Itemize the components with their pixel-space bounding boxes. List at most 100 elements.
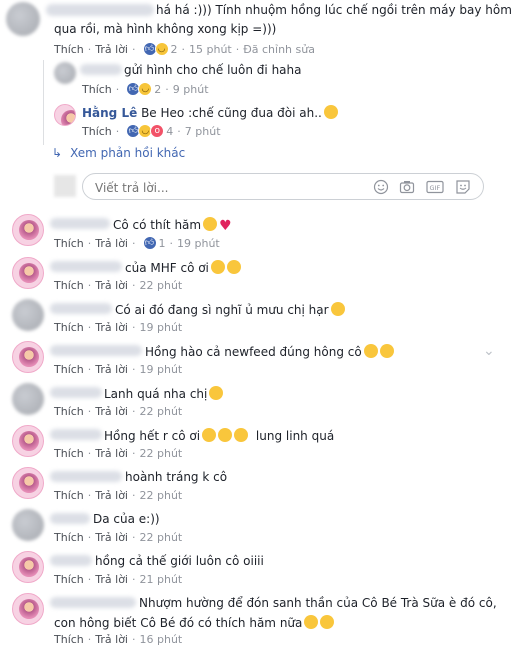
timestamp[interactable]: 16 phút <box>140 633 183 646</box>
reactions-summary[interactable]: 👍︎ 1 <box>142 236 166 250</box>
edited-label[interactable]: Đã chỉnh sửa <box>243 43 315 56</box>
blurred-name <box>50 555 92 566</box>
commenter-name[interactable]: Hằng Lê <box>82 106 137 120</box>
avatar[interactable] <box>12 299 44 331</box>
comment-meta: Thích · Trả lời · 21 phút <box>54 573 183 586</box>
haha-reaction-icon: ◡ <box>138 82 153 96</box>
like-link[interactable]: Thích <box>54 363 84 376</box>
timestamp[interactable]: 22 phút <box>140 447 183 460</box>
timestamp[interactable]: 19 phút <box>140 363 183 376</box>
reply-link[interactable]: Trả lời <box>95 237 128 250</box>
timestamp[interactable]: 22 phút <box>140 405 183 418</box>
like-link[interactable]: Thích <box>54 405 84 418</box>
comment-text: Nhượm hường để đón sanh thần của Cô Bé T… <box>139 596 497 610</box>
kiss-emoji-icon <box>304 615 319 629</box>
comment-meta: Thích · Trả lời · 22 phút <box>54 405 183 418</box>
reply-link[interactable]: Trả lời <box>95 43 128 56</box>
blurred-name <box>50 387 102 398</box>
reply-link[interactable]: Trả lời <box>95 447 128 460</box>
heart-emoji-icon: ♥ <box>219 218 232 234</box>
timestamp[interactable]: 9 phút <box>173 83 209 96</box>
kiss-emoji-icon <box>379 344 394 358</box>
emoji-icon[interactable] <box>373 179 389 195</box>
tears-of-joy-emoji-icon <box>209 386 224 400</box>
kiss-emoji-icon <box>320 615 335 629</box>
comment-meta: Thích · Trả lời · 19 phút <box>54 363 183 376</box>
like-link[interactable]: Thích <box>54 573 84 586</box>
blurred-name <box>50 345 142 356</box>
reply-link[interactable]: Trả lời <box>95 363 128 376</box>
avatar[interactable] <box>12 214 44 246</box>
svg-text:GIF: GIF <box>430 184 441 192</box>
reply-link[interactable]: Trả lời <box>95 489 128 502</box>
like-link[interactable]: Thích <box>54 279 84 292</box>
grimace-emoji-icon <box>323 105 338 119</box>
like-link[interactable]: Thích <box>82 83 112 96</box>
comment-meta: Thích · Trả lời · 22 phút <box>54 447 183 460</box>
blurred-name <box>50 513 90 524</box>
like-link[interactable]: Thích <box>54 447 84 460</box>
blurred-name <box>50 597 136 608</box>
like-link[interactable]: Thích <box>54 489 84 502</box>
camera-icon[interactable] <box>399 179 415 195</box>
avatar[interactable] <box>12 341 44 373</box>
comment-text: Có ai đó đang sì nghĩ ủ mưu chị hạr <box>115 302 345 317</box>
sticker-icon[interactable] <box>455 179 471 195</box>
reply-link[interactable]: Trả lời <box>95 321 128 334</box>
like-link[interactable]: Thích <box>54 633 84 646</box>
comment-text: Da của e:)) <box>93 512 160 526</box>
avatar[interactable] <box>12 551 44 583</box>
chevron-down-icon[interactable]: ⌄ <box>483 343 495 359</box>
timestamp[interactable]: 22 phút <box>140 279 183 292</box>
comment-text: hồng cả thế giới luôn cô oiiii <box>95 554 264 568</box>
avatar[interactable] <box>6 2 40 36</box>
avatar[interactable] <box>12 425 44 457</box>
reply-link[interactable]: Trả lời <box>95 633 128 646</box>
avatar[interactable] <box>12 257 44 289</box>
avatar[interactable] <box>12 467 44 499</box>
reactions-summary[interactable]: 👍︎ ◡ o 4 <box>126 124 173 138</box>
reply-arrow-icon: ↳ <box>52 146 63 160</box>
like-link[interactable]: Thích <box>54 43 84 56</box>
timestamp[interactable]: 19 phút <box>140 321 183 334</box>
like-link[interactable]: Thích <box>54 321 84 334</box>
reply-link[interactable]: Trả lời <box>95 531 128 544</box>
reactions-summary[interactable]: 👍︎ ◡ 2 <box>142 42 178 56</box>
tears-of-joy-emoji-icon <box>210 260 225 274</box>
like-link[interactable]: Thích <box>54 237 84 250</box>
timestamp[interactable]: 21 phút <box>140 573 183 586</box>
avatar[interactable] <box>12 509 44 541</box>
avatar[interactable] <box>12 383 44 415</box>
heart-eyes-emoji-icon <box>218 428 233 442</box>
reactions-summary[interactable]: 👍︎ ◡ 2 <box>126 82 161 96</box>
like-link[interactable]: Thích <box>54 531 84 544</box>
comment-text: của MHF cô ơi <box>125 260 241 275</box>
reply-input[interactable] <box>93 180 347 196</box>
blurred-name <box>46 4 154 16</box>
like-reaction-icon: 👍︎ <box>142 236 157 250</box>
like-link[interactable]: Thích <box>82 125 112 138</box>
blurred-name <box>50 429 102 440</box>
timestamp[interactable]: 19 phút <box>177 237 220 250</box>
wink-tongue-emoji-icon <box>203 217 218 231</box>
avatar[interactable] <box>12 593 44 625</box>
see-more-replies-link[interactable]: ↳ Xem phản hồi khác <box>52 146 185 160</box>
avatar <box>54 175 76 197</box>
timestamp[interactable]: 7 phút <box>185 125 221 138</box>
tears-of-joy-emoji-icon <box>226 260 241 274</box>
avatar[interactable] <box>54 104 76 126</box>
gif-icon[interactable]: GIF <box>426 179 444 195</box>
reply-link[interactable]: Trả lời <box>95 279 128 292</box>
sweat-smile-emoji-icon <box>330 302 345 316</box>
timestamp[interactable]: 15 phút <box>189 43 232 56</box>
reply-text: gửi hình cho chế luôn đi haha <box>124 63 302 77</box>
timestamp[interactable]: 22 phút <box>140 531 183 544</box>
reply-link[interactable]: Trả lời <box>95 405 128 418</box>
avatar[interactable] <box>54 62 76 84</box>
reply-input-box[interactable]: GIF <box>82 173 484 200</box>
comment-text: há há :))) Tính nhuộm hồng lúc chế ngồi … <box>156 3 511 17</box>
comment-text: Cô có thít hăm ♥ <box>113 217 232 234</box>
heart-eyes-emoji-icon <box>234 428 249 442</box>
timestamp[interactable]: 22 phút <box>140 489 183 502</box>
reply-link[interactable]: Trả lời <box>95 573 128 586</box>
